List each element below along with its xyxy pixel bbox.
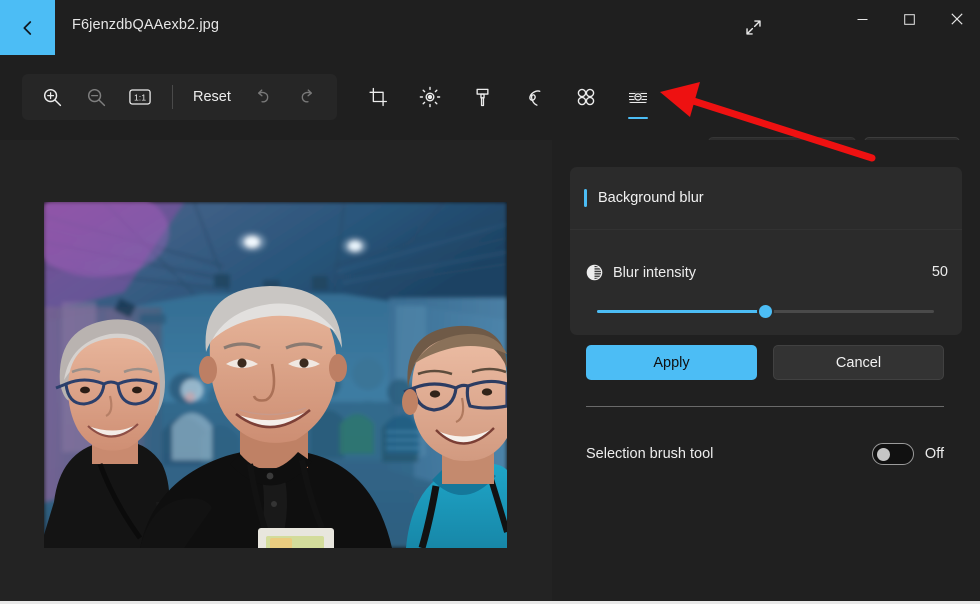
slider-thumb[interactable]	[757, 303, 774, 320]
image-canvas-area[interactable]	[0, 140, 552, 601]
zoom-out-button[interactable]	[74, 77, 118, 117]
minimize-icon	[857, 14, 868, 25]
zoom-in-button[interactable]	[30, 77, 74, 117]
crop-icon	[368, 87, 389, 108]
back-button[interactable]	[0, 0, 55, 55]
file-name-title: F6jenzdbQAAexb2.jpg	[72, 17, 219, 33]
paintbrush-icon	[472, 87, 493, 108]
expand-fullscreen-button[interactable]	[736, 10, 770, 44]
edited-photo[interactable]	[44, 202, 507, 548]
blur-intensity-row: Blur intensity	[586, 264, 696, 281]
crop-tool-button[interactable]	[352, 74, 404, 120]
selection-brush-toggle-wrap: Off	[872, 443, 944, 465]
erase-objects-icon	[575, 86, 597, 108]
toolbar-divider	[172, 85, 173, 109]
panel-title: Background blur	[598, 190, 704, 206]
window-controls	[839, 0, 980, 38]
undo-icon	[253, 87, 273, 107]
apply-button[interactable]: Apply	[586, 345, 757, 380]
brightness-icon	[419, 86, 441, 108]
adjustment-tool-button[interactable]	[404, 74, 456, 120]
selection-brush-toggle[interactable]	[872, 443, 914, 465]
redo-button[interactable]	[285, 77, 329, 117]
markup-tool-button[interactable]	[456, 74, 508, 120]
zoom-in-icon	[42, 87, 63, 108]
selection-brush-state: Off	[925, 446, 944, 462]
blur-intensity-label: Blur intensity	[613, 265, 696, 281]
undo-button[interactable]	[241, 77, 285, 117]
selection-brush-label: Selection brush tool	[586, 446, 713, 462]
arrow-left-icon	[17, 17, 39, 39]
zoom-out-icon	[86, 87, 107, 108]
edit-tools-group	[352, 74, 664, 120]
photos-editor-window: F6jenzdbQAAexb2.jpg	[0, 0, 980, 604]
close-button[interactable]	[933, 0, 980, 38]
maximize-button[interactable]	[886, 0, 933, 38]
panel-header-divider	[570, 229, 962, 230]
zoom-tool-group: 1:1 Reset	[22, 74, 337, 120]
pen-icon	[524, 87, 545, 108]
title-bar: F6jenzdbQAAexb2.jpg	[0, 0, 980, 57]
apply-label: Apply	[653, 355, 689, 371]
close-icon	[951, 13, 963, 25]
blur-intensity-value: 50	[918, 264, 948, 280]
background-blur-tool-button[interactable]	[612, 74, 664, 120]
background-blur-icon	[627, 86, 649, 108]
reset-label: Reset	[193, 89, 231, 105]
selection-brush-row: Selection brush tool Off	[586, 441, 944, 467]
selected-tool-indicator	[628, 117, 648, 120]
minimize-button[interactable]	[839, 0, 886, 38]
blur-intensity-icon	[586, 264, 603, 281]
one-to-one-icon: 1:1	[129, 88, 151, 106]
panel-cancel-label: Cancel	[836, 355, 881, 371]
maximize-icon	[904, 14, 915, 25]
photo-content	[44, 202, 507, 548]
reset-button[interactable]: Reset	[183, 78, 241, 116]
slider-fill	[597, 310, 766, 313]
panel-header: Background blur	[570, 167, 962, 229]
panel-accent-bar	[584, 189, 587, 207]
draw-tool-button[interactable]	[508, 74, 560, 120]
expand-fullscreen-icon	[744, 18, 763, 37]
erase-tool-button[interactable]	[560, 74, 612, 120]
panel-section-divider	[586, 406, 944, 407]
blur-intensity-slider[interactable]	[597, 306, 934, 318]
redo-icon	[297, 87, 317, 107]
svg-text:1:1: 1:1	[134, 93, 146, 103]
actual-size-button[interactable]: 1:1	[118, 77, 162, 117]
command-bar: 1:1 Reset	[0, 57, 980, 140]
toggle-knob	[877, 448, 890, 461]
panel-cancel-button[interactable]: Cancel	[773, 345, 944, 380]
